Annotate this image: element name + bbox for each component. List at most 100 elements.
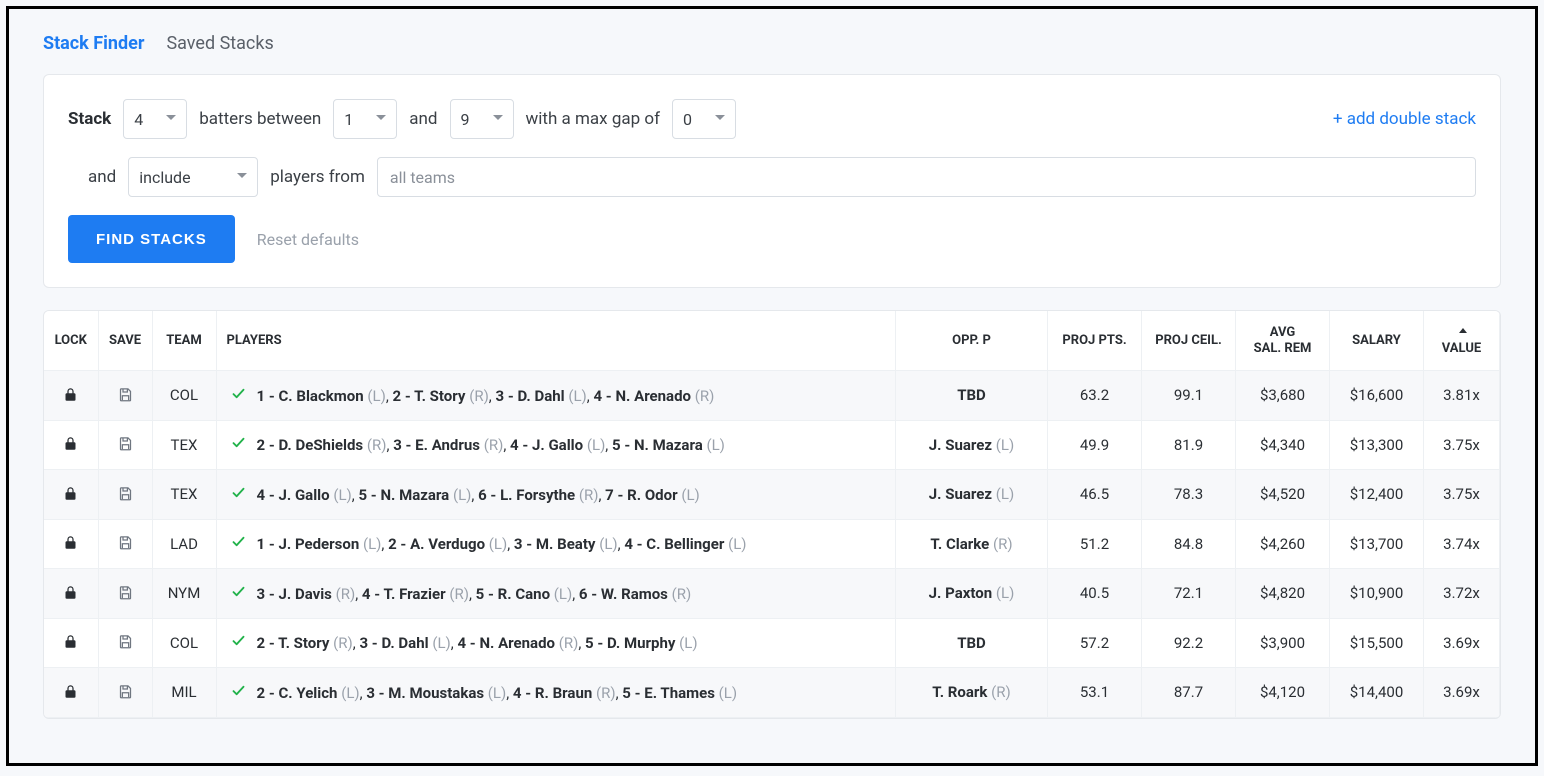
team-cell: COL	[152, 371, 216, 421]
salary-cell: $12,400	[1330, 470, 1424, 520]
col-value[interactable]: VALUE	[1424, 311, 1500, 371]
value-cell: 3.74x	[1424, 519, 1500, 569]
col-lock[interactable]: LOCK	[44, 311, 98, 371]
proj-ceil-cell: 78.3	[1142, 470, 1236, 520]
lock-icon	[62, 682, 80, 700]
label-players-from: players from	[270, 167, 365, 187]
add-double-stack-link[interactable]: + add double stack	[1333, 109, 1476, 129]
avg-sal-cell: $4,340	[1236, 420, 1330, 470]
table-row[interactable]: TEX2 - D. DeShields (R), 3 - E. Andrus (…	[44, 420, 1500, 470]
lock-cell[interactable]	[44, 519, 98, 569]
save-icon	[116, 583, 134, 601]
lock-cell[interactable]	[44, 371, 98, 421]
col-salary[interactable]: SALARY	[1330, 311, 1424, 371]
save-cell[interactable]	[98, 470, 152, 520]
lock-cell[interactable]	[44, 470, 98, 520]
lock-cell[interactable]	[44, 420, 98, 470]
proj-ceil-cell: 99.1	[1142, 371, 1236, 421]
proj-pts-cell: 46.5	[1048, 470, 1142, 520]
col-players[interactable]: PLAYERS	[216, 311, 896, 371]
filter-panel: Stack 4 batters between 1 and 9 with a m…	[43, 74, 1501, 288]
avg-sal-cell: $4,520	[1236, 470, 1330, 520]
proj-pts-cell: 49.9	[1048, 420, 1142, 470]
check-icon	[231, 435, 247, 454]
players-cell: 1 - J. Pederson (L), 2 - A. Verdugo (L),…	[216, 519, 896, 569]
salary-cell: $13,700	[1330, 519, 1424, 569]
chevron-down-icon	[166, 114, 176, 124]
label-and-2: and	[88, 167, 116, 187]
lock-icon	[62, 484, 80, 502]
save-icon	[116, 435, 134, 453]
table-row[interactable]: COL1 - C. Blackmon (L), 2 - T. Story (R)…	[44, 371, 1500, 421]
avg-sal-cell: $3,900	[1236, 618, 1330, 668]
table-row[interactable]: LAD1 - J. Pederson (L), 2 - A. Verdugo (…	[44, 519, 1500, 569]
save-cell[interactable]	[98, 519, 152, 569]
value-cell: 3.75x	[1424, 470, 1500, 520]
proj-ceil-cell: 92.2	[1142, 618, 1236, 668]
label-stack: Stack	[68, 109, 111, 129]
col-proj-ceil[interactable]: PROJ CEIL.	[1142, 311, 1236, 371]
team-cell: TEX	[152, 420, 216, 470]
save-icon	[116, 682, 134, 700]
table-row[interactable]: TEX4 - J. Gallo (L), 5 - N. Mazara (L), …	[44, 470, 1500, 520]
between-from-select[interactable]: 1	[333, 99, 397, 139]
save-cell[interactable]	[98, 420, 152, 470]
check-icon	[231, 485, 247, 504]
players-cell: 1 - C. Blackmon (L), 2 - T. Story (R), 3…	[216, 371, 896, 421]
avg-sal-cell: $4,260	[1236, 519, 1330, 569]
chevron-down-icon	[376, 114, 386, 124]
teams-input[interactable]: all teams	[377, 157, 1476, 197]
table-header-row: LOCK SAVE TEAM PLAYERS OPP. P PROJ PTS. …	[44, 311, 1500, 371]
filter-row-1: Stack 4 batters between 1 and 9 with a m…	[68, 99, 1476, 139]
lock-cell[interactable]	[44, 569, 98, 619]
opp-pitcher-cell: J. Paxton (L)	[896, 569, 1048, 619]
filter-row-2: and include players from all teams	[68, 157, 1476, 197]
col-avg-sal-line2: SAL. REM	[1254, 341, 1312, 356]
table-row[interactable]: MIL2 - C. Yelich (L), 3 - M. Moustakas (…	[44, 668, 1500, 718]
save-cell[interactable]	[98, 668, 152, 718]
save-cell[interactable]	[98, 618, 152, 668]
save-icon	[116, 484, 134, 502]
col-team[interactable]: TEAM	[152, 311, 216, 371]
check-icon	[231, 534, 247, 553]
tab-stack-finder[interactable]: Stack Finder	[43, 33, 144, 54]
proj-ceil-cell: 72.1	[1142, 569, 1236, 619]
max-gap-select[interactable]: 0	[672, 99, 736, 139]
opp-pitcher-cell: TBD	[896, 371, 1048, 421]
team-cell: TEX	[152, 470, 216, 520]
value-cell: 3.69x	[1424, 668, 1500, 718]
lock-icon	[62, 583, 80, 601]
col-avg-sal-line1: AVG	[1270, 325, 1296, 340]
col-avg-sal-rem[interactable]: AVG SAL. REM	[1236, 311, 1330, 371]
team-cell: NYM	[152, 569, 216, 619]
proj-pts-cell: 51.2	[1048, 519, 1142, 569]
find-stacks-button[interactable]: FIND STACKS	[68, 215, 235, 263]
label-and: and	[409, 109, 437, 129]
col-opp[interactable]: OPP. P	[896, 311, 1048, 371]
save-cell[interactable]	[98, 569, 152, 619]
between-to-select[interactable]: 9	[450, 99, 514, 139]
players-cell: 4 - J. Gallo (L), 5 - N. Mazara (L), 6 -…	[216, 470, 896, 520]
between-to-value: 9	[461, 110, 470, 129]
sort-asc-icon	[1459, 328, 1467, 333]
lock-cell[interactable]	[44, 618, 98, 668]
value-cell: 3.75x	[1424, 420, 1500, 470]
tab-saved-stacks[interactable]: Saved Stacks	[166, 33, 273, 54]
chevron-down-icon	[493, 114, 503, 124]
col-save[interactable]: SAVE	[98, 311, 152, 371]
opp-pitcher-cell: T. Roark (R)	[896, 668, 1048, 718]
lock-icon	[62, 385, 80, 403]
reset-defaults-link[interactable]: Reset defaults	[257, 230, 359, 249]
table-row[interactable]: NYM3 - J. Davis (R), 4 - T. Frazier (R),…	[44, 569, 1500, 619]
salary-cell: $15,500	[1330, 618, 1424, 668]
table-row[interactable]: COL2 - T. Story (R), 3 - D. Dahl (L), 4 …	[44, 618, 1500, 668]
col-proj-pts[interactable]: PROJ PTS.	[1048, 311, 1142, 371]
label-batters-between: batters between	[199, 109, 321, 129]
lock-cell[interactable]	[44, 668, 98, 718]
save-cell[interactable]	[98, 371, 152, 421]
batters-count-select[interactable]: 4	[123, 99, 187, 139]
action-row: FIND STACKS Reset defaults	[68, 215, 1476, 263]
save-icon	[116, 534, 134, 552]
proj-ceil-cell: 81.9	[1142, 420, 1236, 470]
include-select[interactable]: include	[128, 157, 258, 197]
